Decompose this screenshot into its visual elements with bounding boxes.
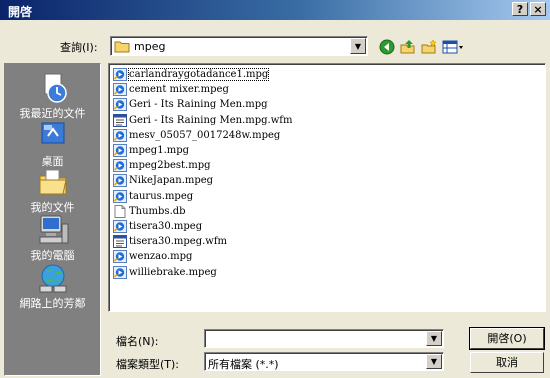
help-button[interactable]: ? [512, 2, 528, 16]
file-row[interactable]: Thumbs.db [113, 204, 186, 219]
folder-icon [114, 41, 130, 53]
file-name: Geri - Its Raining Men.mpg [129, 99, 268, 111]
filetype-combobox[interactable]: 所有檔案 (*.*) ▼ [204, 352, 444, 371]
file-list[interactable]: carlandraygotadance1.mpg cement mixer.mpe… [108, 63, 546, 312]
chevron-down-icon: ▼ [430, 334, 438, 343]
media-file-icon [113, 189, 127, 203]
title-bar[interactable]: 開啓 ? × [0, 0, 550, 20]
file-name: mpeg2best.mpg [129, 160, 211, 172]
wfm-file-icon [113, 235, 127, 249]
place-desktop[interactable]: 桌面 [5, 120, 100, 169]
place-recent-documents[interactable]: 我最近的文件 [5, 72, 100, 121]
file-name: Geri - Its Raining Men.mpg.wfm [129, 114, 293, 126]
new-folder-button[interactable] [420, 38, 438, 56]
file-row[interactable]: tisera30.mpeg.wfm [113, 234, 227, 249]
cancel-button[interactable]: 取消 [470, 352, 544, 373]
place-my-documents[interactable]: 我的文件 [5, 166, 100, 215]
media-file-icon [113, 250, 127, 264]
filename-dropdown-arrow[interactable]: ▼ [426, 331, 442, 346]
media-file-icon [113, 159, 127, 173]
file-name: tisera30.mpeg.wfm [129, 236, 228, 248]
file-row[interactable]: wenzao.mpg [113, 249, 192, 264]
place-label: 我的文件 [30, 201, 75, 214]
my-computer-icon [39, 215, 68, 244]
network-places-icon [39, 264, 66, 293]
file-row[interactable]: mpeg1.mpg [113, 143, 189, 158]
lookin-label: 查詢(I): [60, 41, 98, 54]
file-row[interactable]: mesv_05057_0017248w.mpeg [113, 128, 280, 143]
file-row[interactable]: Geri - Its Raining Men.mpg [113, 97, 268, 112]
file-name: mesv_05057_0017248w.mpeg [129, 129, 281, 141]
up-one-level-button[interactable] [399, 38, 417, 56]
file-name: williebrake.mpeg [129, 266, 217, 278]
file-row[interactable]: NikeJapan.mpeg [113, 173, 213, 188]
place-label: 我的電腦 [30, 249, 75, 262]
media-file-icon [113, 174, 127, 188]
file-row[interactable]: cement mixer.mpeg [113, 82, 229, 97]
places-bar: 我最近的文件 桌面 我的文件 我的電腦 網路上的芳鄰 [4, 63, 101, 376]
file-row[interactable]: carlandraygotadance1.mpg [113, 67, 270, 82]
file-name: cement mixer.mpeg [129, 84, 229, 96]
file-name: wenzao.mpg [129, 251, 193, 263]
file-row[interactable]: williebrake.mpeg [113, 265, 217, 280]
desktop-icon [41, 122, 64, 144]
media-file-icon [113, 98, 127, 112]
lookin-dropdown-arrow[interactable]: ▼ [350, 38, 366, 54]
media-file-icon [113, 68, 127, 81]
window-title: 開啓 [8, 5, 33, 19]
filename-combobox[interactable]: ▼ [204, 329, 444, 348]
media-file-icon [113, 128, 127, 142]
place-network[interactable]: 網路上的芳鄰 [5, 262, 100, 311]
new-folder-icon [421, 39, 437, 54]
open-file-dialog: 開啓 ? × 查詢(I): mpeg ▼ 我最近的文件 桌面 我的文件 我的電腦… [0, 0, 550, 378]
media-file-icon [113, 83, 127, 97]
filetype-label: 檔案類型(T): [116, 358, 180, 371]
help-icon: ? [516, 3, 524, 16]
media-file-icon [113, 220, 127, 233]
place-label: 網路上的芳鄰 [19, 297, 86, 310]
my-documents-icon [39, 169, 67, 195]
view-menu-button[interactable] [441, 38, 465, 56]
place-my-computer[interactable]: 我的電腦 [5, 214, 100, 263]
wfm-file-icon [113, 113, 127, 127]
filename-label: 檔名(N): [116, 335, 159, 348]
back-button[interactable] [378, 38, 396, 56]
file-name: taurus.mpeg [129, 190, 194, 202]
file-name: NikeJapan.mpeg [129, 175, 214, 187]
chevron-down-icon: ▼ [354, 41, 362, 51]
recent-documents-icon [44, 73, 67, 103]
close-button[interactable]: × [530, 2, 546, 16]
cancel-button-label: 取消 [496, 356, 518, 369]
lookin-value: mpeg [134, 40, 166, 53]
file-name: tisera30.mpeg [129, 221, 203, 232]
lookin-combobox[interactable]: mpeg ▼ [110, 36, 368, 56]
chevron-down-icon: ▼ [430, 357, 438, 366]
file-name: Thumbs.db [129, 205, 186, 217]
back-arrow-icon [379, 39, 395, 55]
file-row[interactable]: taurus.mpeg [113, 189, 193, 204]
file-row[interactable]: tisera30.mpeg [113, 219, 202, 234]
filetype-dropdown-arrow[interactable]: ▼ [426, 354, 442, 369]
view-menu-icon [442, 40, 463, 54]
place-label: 我最近的文件 [19, 107, 86, 120]
file-row[interactable]: Geri - Its Raining Men.mpg.wfm [113, 113, 292, 128]
file-name: carlandraygotadance1.mpg [127, 68, 270, 81]
open-button-label: 開啓(O) [487, 332, 527, 345]
media-file-icon [113, 144, 127, 157]
db-file-icon [113, 204, 127, 218]
open-button[interactable]: 開啓(O) [469, 327, 545, 350]
media-file-icon [113, 265, 127, 279]
filetype-value: 所有檔案 (*.*) [208, 358, 279, 371]
file-row[interactable]: mpeg2best.mpg [113, 158, 211, 173]
file-name: mpeg1.mpg [129, 145, 190, 156]
close-icon: × [533, 3, 543, 16]
up-folder-icon [400, 40, 415, 54]
